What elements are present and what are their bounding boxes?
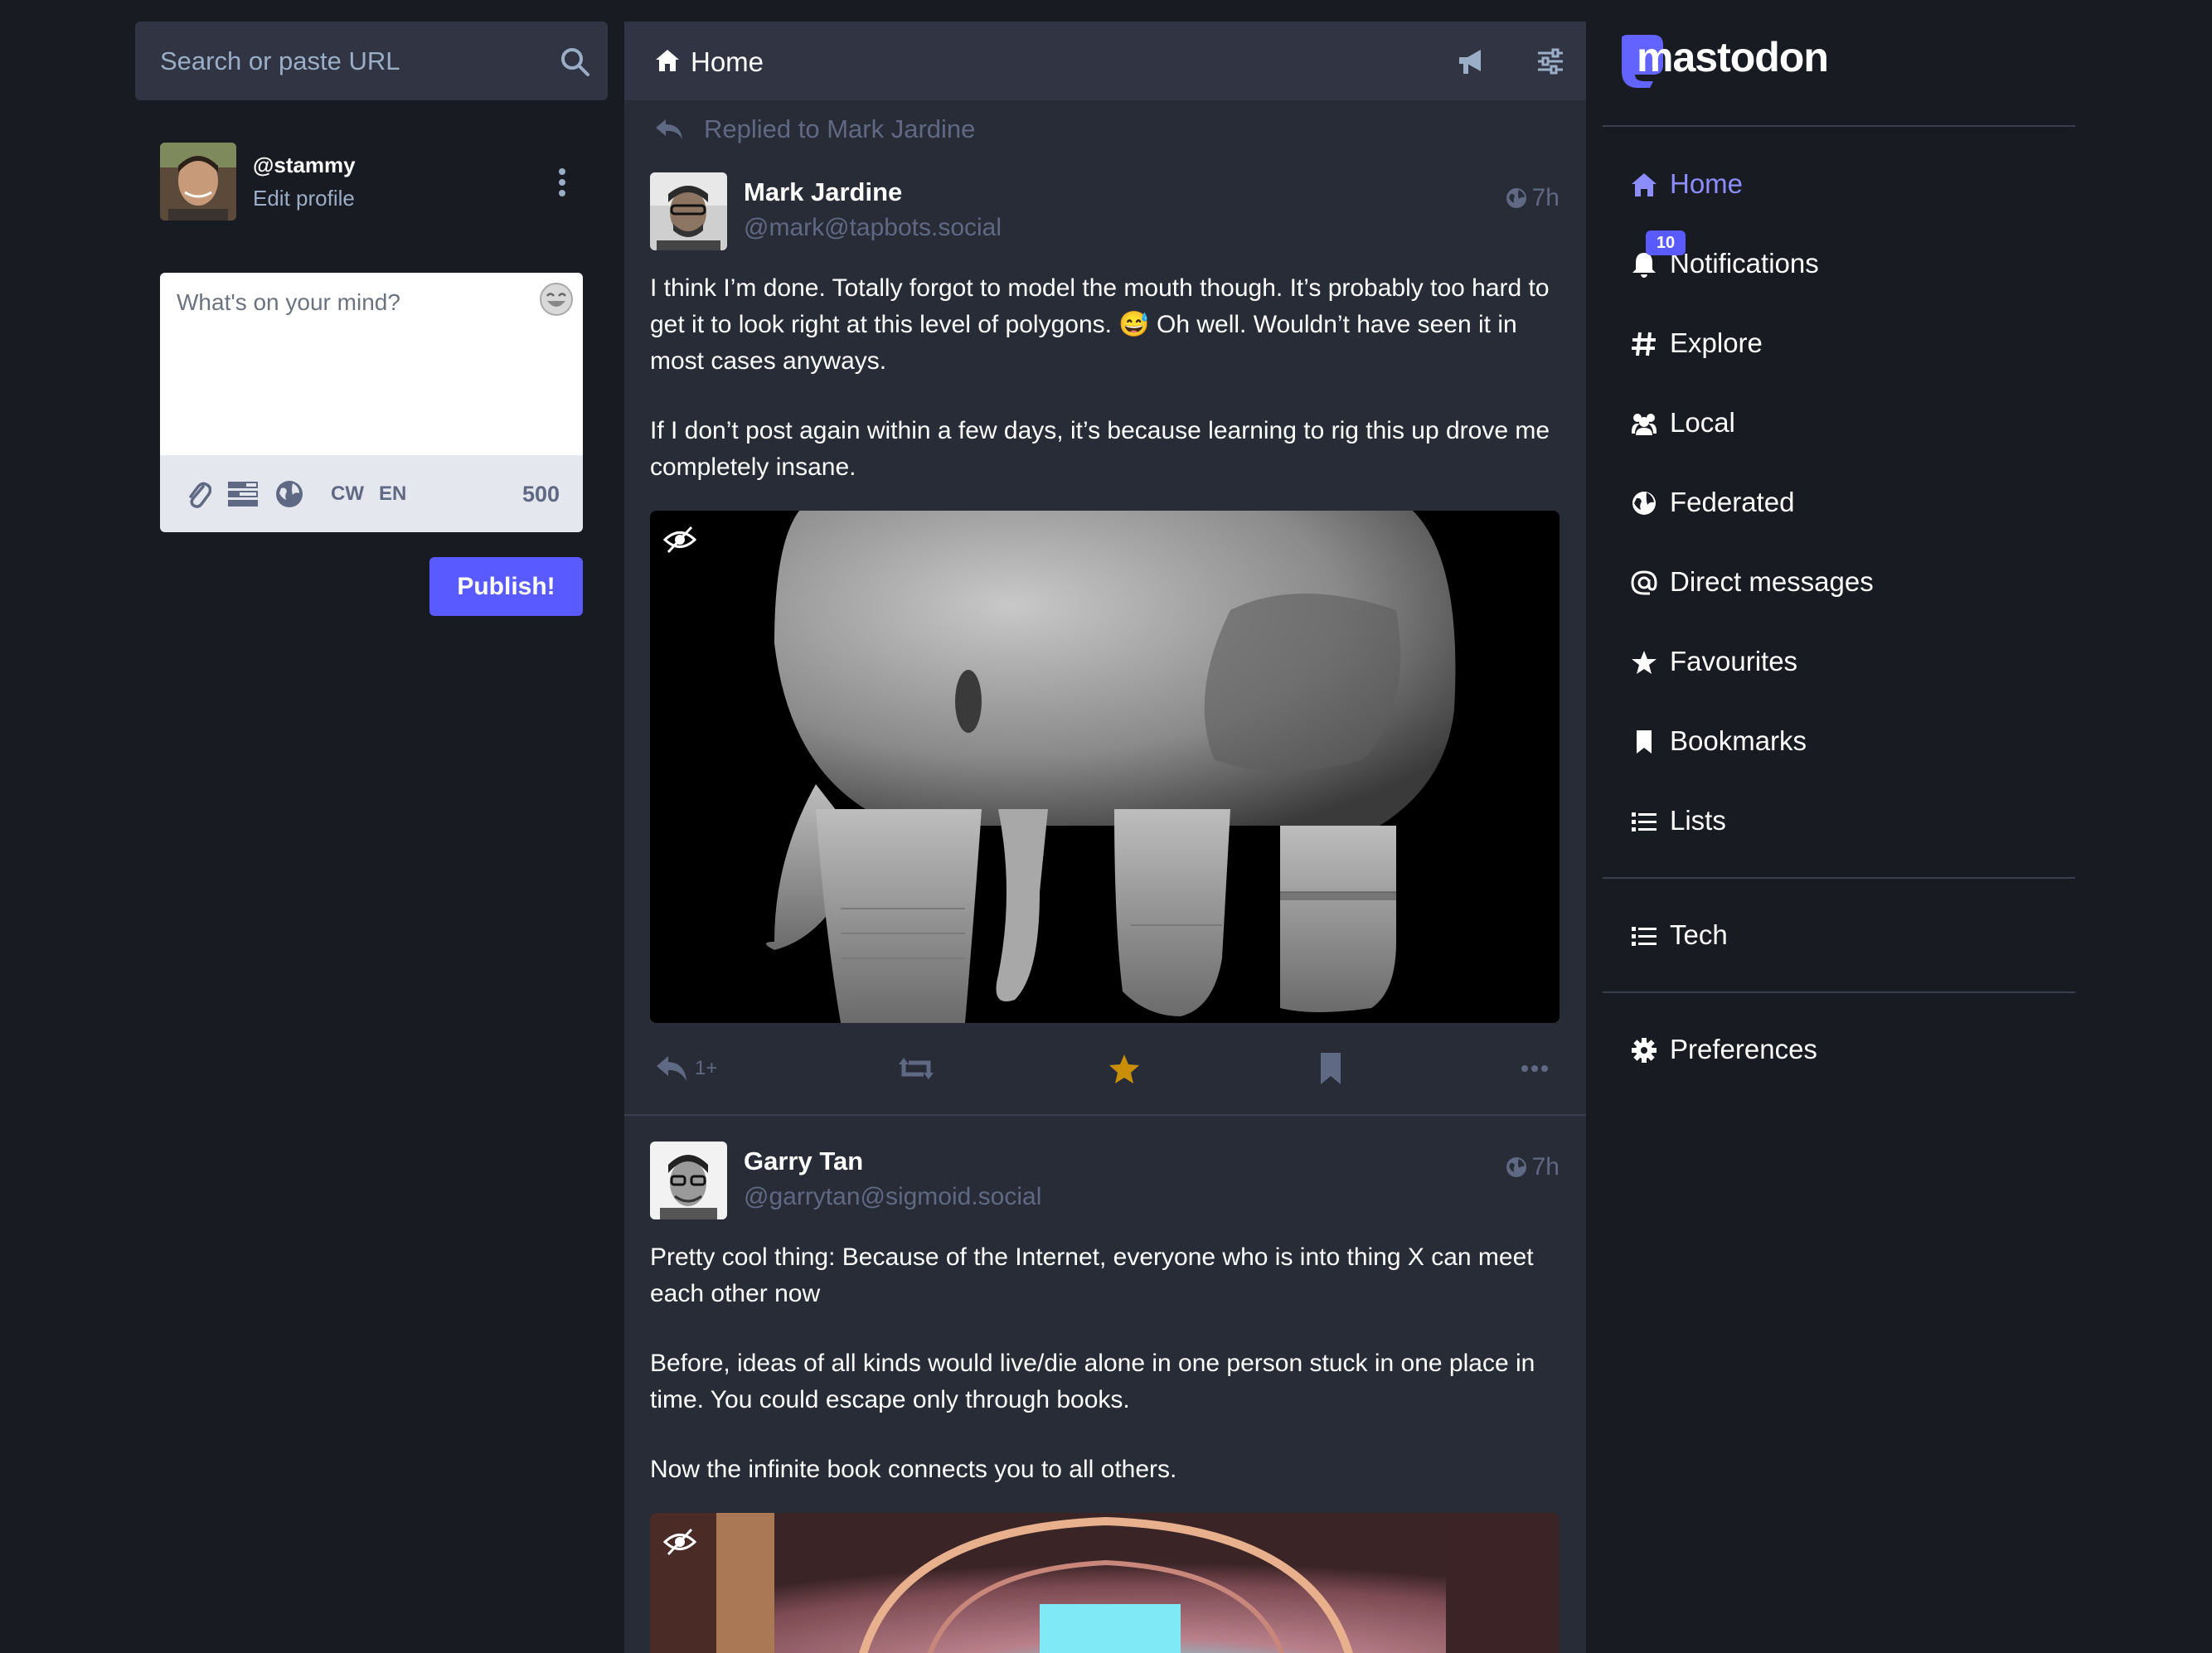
nav-item-bookmarks[interactable]: Bookmarks: [1630, 720, 2061, 762]
list-icon: [1632, 812, 1657, 831]
nav-item-direct-messages[interactable]: Direct messages: [1630, 561, 2061, 603]
nav-label: Explore: [1670, 327, 1763, 358]
nav-item-favourites[interactable]: Favourites: [1630, 641, 2061, 682]
display-name[interactable]: Garry Tan: [744, 1146, 863, 1176]
compose-placeholder: What's on your mind?: [177, 289, 400, 315]
nav-label: Direct messages: [1670, 566, 1874, 597]
timestamp-text: 7h: [1531, 1153, 1560, 1180]
nav-item-home[interactable]: Home: [1630, 163, 2061, 205]
nav-label: Federated: [1670, 487, 1795, 517]
column-title[interactable]: Home: [691, 46, 764, 78]
replied-to-label: Replied to Mark Jardine: [704, 114, 976, 143]
more-horizontal-icon[interactable]: [1521, 1049, 1549, 1088]
nav-label: Preferences: [1670, 1034, 1817, 1064]
avatar[interactable]: [650, 172, 727, 250]
media-image[interactable]: [650, 1513, 1560, 1653]
nav-item-local[interactable]: Local: [1630, 402, 2061, 444]
search-icon[interactable]: [558, 45, 591, 78]
bookmark-icon[interactable]: [1318, 1049, 1343, 1088]
globe-icon: [1506, 188, 1526, 208]
mastodon-logo[interactable]: mastodon: [1617, 33, 1832, 90]
logo-wordmark: mastodon: [1637, 34, 1829, 80]
announcements-icon[interactable]: [1456, 46, 1487, 76]
search-input[interactable]: [135, 22, 608, 100]
nav-label: Tech: [1670, 919, 1728, 950]
status-paragraph: Now the infinite book connects you to al…: [650, 1456, 1177, 1483]
reply-icon[interactable]: [655, 1049, 688, 1088]
display-name[interactable]: Mark Jardine: [744, 177, 902, 207]
column-header: Home: [624, 22, 1586, 100]
emoji-picker-icon[interactable]: [538, 281, 575, 318]
nav-label: Bookmarks: [1670, 725, 1807, 756]
nav-label: Lists: [1670, 805, 1726, 836]
gear-icon: [1632, 1038, 1657, 1063]
timestamp[interactable]: 7h: [1506, 1153, 1560, 1181]
nav-label: Home: [1670, 168, 1744, 199]
nav-item-lists[interactable]: Lists: [1630, 800, 2061, 841]
compose-toolbar: CW EN 500: [160, 455, 583, 532]
nav-label: Local: [1670, 407, 1735, 438]
column-settings-icon[interactable]: [1536, 48, 1564, 75]
hide-media-icon[interactable]: [663, 526, 696, 554]
character-counter: 500: [521, 482, 560, 507]
status-divider: [624, 1114, 1586, 1116]
avatar[interactable]: [160, 143, 236, 221]
status-content: Pretty cool thing: Because of the Intern…: [650, 1239, 1562, 1521]
home-icon: [656, 50, 679, 71]
compose-form: What's on your mind? CW EN 500: [160, 273, 583, 532]
visibility-globe-icon[interactable]: [274, 478, 304, 510]
language-selector[interactable]: EN: [379, 478, 406, 510]
portal-art-image: [650, 1513, 1560, 1653]
attachment-icon[interactable]: [185, 478, 211, 510]
nav-label: Favourites: [1670, 646, 1798, 676]
account-handle[interactable]: @stammy: [253, 153, 356, 178]
at-icon: [1631, 570, 1657, 595]
list-icon: [1632, 927, 1657, 946]
elephant-render-image: [650, 511, 1560, 1023]
nav-divider: [1603, 125, 2075, 127]
globe-icon: [1506, 1157, 1526, 1177]
compose-textarea[interactable]: What's on your mind?: [160, 273, 583, 455]
home-column: Home Replied to Mark Jardine Mark Jardin…: [624, 22, 1586, 1653]
poll-icon[interactable]: [226, 478, 260, 510]
content-warning-toggle[interactable]: CW: [331, 478, 364, 510]
star-icon: [1632, 651, 1657, 674]
timestamp-text: 7h: [1531, 184, 1560, 211]
account-handle[interactable]: @garrytan@sigmoid.social: [744, 1183, 1041, 1211]
edit-profile-link[interactable]: Edit profile: [253, 186, 355, 211]
nav-label: Notifications: [1670, 248, 1819, 279]
account-card: @stammy Edit profile: [160, 143, 591, 222]
reply-icon: [656, 119, 682, 139]
reply-count: 1+: [695, 1057, 718, 1079]
nav-item-explore[interactable]: Explore: [1630, 322, 2061, 364]
nav-item-federated[interactable]: Federated: [1630, 482, 2061, 523]
hashtag-icon: [1632, 332, 1656, 356]
status-paragraph: Pretty cool thing: Because of the Intern…: [650, 1243, 1534, 1307]
nav-divider: [1603, 991, 2075, 993]
status-paragraph: If I don’t post again within a few days,…: [650, 417, 1550, 481]
status-actions: 1+: [650, 1049, 1562, 1088]
avatar[interactable]: [650, 1142, 727, 1219]
nav-item-list-tech[interactable]: Tech: [1630, 914, 2061, 956]
home-icon: [1632, 173, 1657, 196]
nav-item-preferences[interactable]: Preferences: [1630, 1029, 2061, 1070]
boost-icon[interactable]: [899, 1049, 934, 1088]
nav-item-notifications[interactable]: Notifications: [1630, 243, 2061, 284]
search-box[interactable]: [135, 22, 608, 100]
status-content: I think I’m done. Totally forgot to mode…: [650, 270, 1562, 519]
nav-divider: [1603, 877, 2075, 879]
favourite-star-icon[interactable]: [1108, 1049, 1141, 1088]
status-paragraph: I think I’m done. Totally forgot to mode…: [650, 274, 1550, 375]
globe-icon: [1632, 492, 1656, 515]
publish-button[interactable]: Publish!: [429, 557, 583, 616]
timestamp[interactable]: 7h: [1506, 184, 1560, 212]
status-paragraph: Before, ideas of all kinds would live/di…: [650, 1350, 1535, 1413]
more-vertical-icon[interactable]: [556, 167, 568, 197]
media-image[interactable]: [650, 511, 1560, 1023]
account-handle[interactable]: @mark@tapbots.social: [744, 214, 1002, 242]
notifications-badge: 10: [1646, 230, 1686, 255]
users-icon: [1632, 414, 1657, 435]
bookmark-icon: [1637, 730, 1652, 754]
hide-media-icon[interactable]: [663, 1528, 696, 1556]
